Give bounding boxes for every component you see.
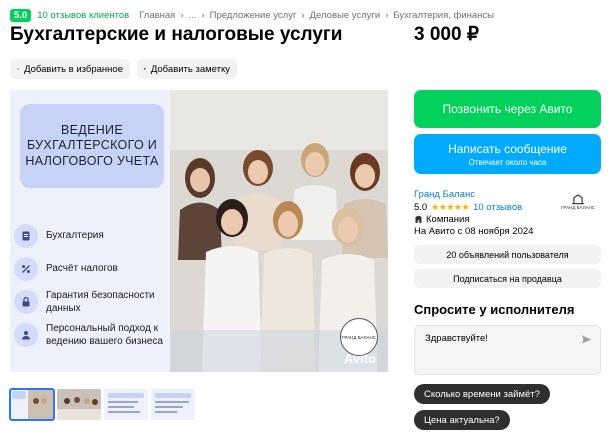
subscribe-seller-button[interactable]: Подписаться на продавца xyxy=(414,269,601,288)
breadcrumb-separator: › xyxy=(385,9,389,21)
user-ads-button[interactable]: 20 объявлений пользователя xyxy=(414,245,601,264)
breadcrumb-separator: › xyxy=(201,9,205,21)
breadcrumb-separator: › xyxy=(180,9,184,21)
promo-panel: ВЕДЕНИЕ БУХГАЛТЕРСКОГО И НАЛОГОВОГО УЧЕТ… xyxy=(10,90,170,372)
write-message-label: Написать сообщение xyxy=(448,141,567,156)
listing-price: 3 000 ₽ xyxy=(414,24,479,45)
heart-icon xyxy=(17,68,19,70)
thumbnail[interactable] xyxy=(151,389,195,420)
seller-since: На Авито с 08 ноября 2024 xyxy=(414,226,534,237)
seller-type: Компания xyxy=(414,214,469,225)
thumbnail[interactable] xyxy=(9,388,55,421)
promo-heading: ВЕДЕНИЕ БУХГАЛТЕРСКОГО И НАЛОГОВОГО УЧЕТ… xyxy=(20,104,164,188)
breadcrumb-business[interactable]: Деловые услуги xyxy=(310,10,381,21)
breadcrumb-ellipsis[interactable]: ... xyxy=(189,10,197,21)
person-icon xyxy=(14,323,38,347)
breadcrumb-home[interactable]: Главная xyxy=(139,10,175,21)
message-input-text: Здравствуйте! xyxy=(425,333,488,344)
feature-accounting: Бухгалтерия xyxy=(14,224,172,248)
feature-personal-text: Персональный подход к ведению вашего биз… xyxy=(46,323,163,347)
call-via-avito-button[interactable]: Позвонить через Авито xyxy=(414,90,601,128)
breadcrumb-accounting[interactable]: Бухгалтерия, финансы xyxy=(393,10,494,21)
feature-taxes-text: Расчёт налогов xyxy=(46,263,118,274)
feature-accounting-text: Бухгалтерия xyxy=(46,230,104,241)
team-photo: ГРАНД БАЛАНС Avito xyxy=(170,90,388,372)
feature-taxes: Расчёт налогов xyxy=(14,257,172,281)
company-logo-icon xyxy=(572,193,584,204)
breadcrumb-separator: › xyxy=(301,9,305,21)
message-input[interactable]: Здравствуйте! xyxy=(414,325,601,375)
avito-watermark: Avito xyxy=(343,351,376,366)
lock-icon xyxy=(14,290,38,314)
main-photo[interactable]: ВЕДЕНИЕ БУХГАЛТЕРСКОГО И НАЛОГОВОГО УЧЕТ… xyxy=(10,90,388,372)
client-reviews-link[interactable]: 10 отзывов клиентов xyxy=(37,10,129,21)
add-note-button[interactable]: Добавить заметку xyxy=(137,59,237,79)
feature-security: Гарантия безопасности данных xyxy=(14,290,172,315)
seller-reviews-link[interactable]: 10 отзывов xyxy=(473,202,522,213)
percent-icon xyxy=(14,257,38,281)
add-favorite-button[interactable]: Добавить в избранное xyxy=(10,59,130,79)
seller-logo-text: ГРАНД БАЛАНС xyxy=(560,204,596,210)
thumbnail[interactable] xyxy=(104,389,148,420)
ask-executor-title: Спросите у исполнителя xyxy=(414,302,575,317)
top-line: 5.0 10 отзывов клиентов Главная › ... › … xyxy=(10,8,494,22)
rating-stars-icon: ★★★★★ xyxy=(431,202,470,212)
thumbnail-strip xyxy=(9,388,198,421)
rating-badge: 5.0 xyxy=(10,8,32,22)
add-favorite-label: Добавить в избранное xyxy=(24,63,123,75)
feature-security-text: Гарантия безопасности данных xyxy=(46,290,155,314)
thumbnail[interactable] xyxy=(57,389,101,420)
send-icon[interactable] xyxy=(581,334,592,345)
breadcrumb-services[interactable]: Предложение услуг xyxy=(210,10,297,21)
seller-rating: 5.0 ★★★★★ 10 отзывов xyxy=(414,202,522,213)
seller-name-link[interactable]: Гранд Баланс xyxy=(414,189,475,200)
listing-title: Бухгалтерские и налоговые услуги xyxy=(10,24,343,45)
document-icon xyxy=(14,224,38,248)
feature-personal: Персональный подход к ведению вашего биз… xyxy=(14,323,172,348)
response-time-label: Отвечает около часа xyxy=(468,157,547,167)
quick-question-price[interactable]: Цена актуальна? xyxy=(414,410,510,430)
write-message-button[interactable]: Написать сообщение Отвечает около часа xyxy=(414,134,601,174)
note-icon xyxy=(144,68,146,70)
seller-type-label: Компания xyxy=(426,214,470,225)
seller-logo[interactable]: ГРАНД БАЛАНС xyxy=(556,187,600,215)
seller-rating-value: 5.0 xyxy=(414,202,428,213)
add-note-label: Добавить заметку xyxy=(150,63,230,75)
quick-question-duration[interactable]: Сколько времени займёт? xyxy=(414,384,550,404)
company-icon xyxy=(415,215,422,223)
